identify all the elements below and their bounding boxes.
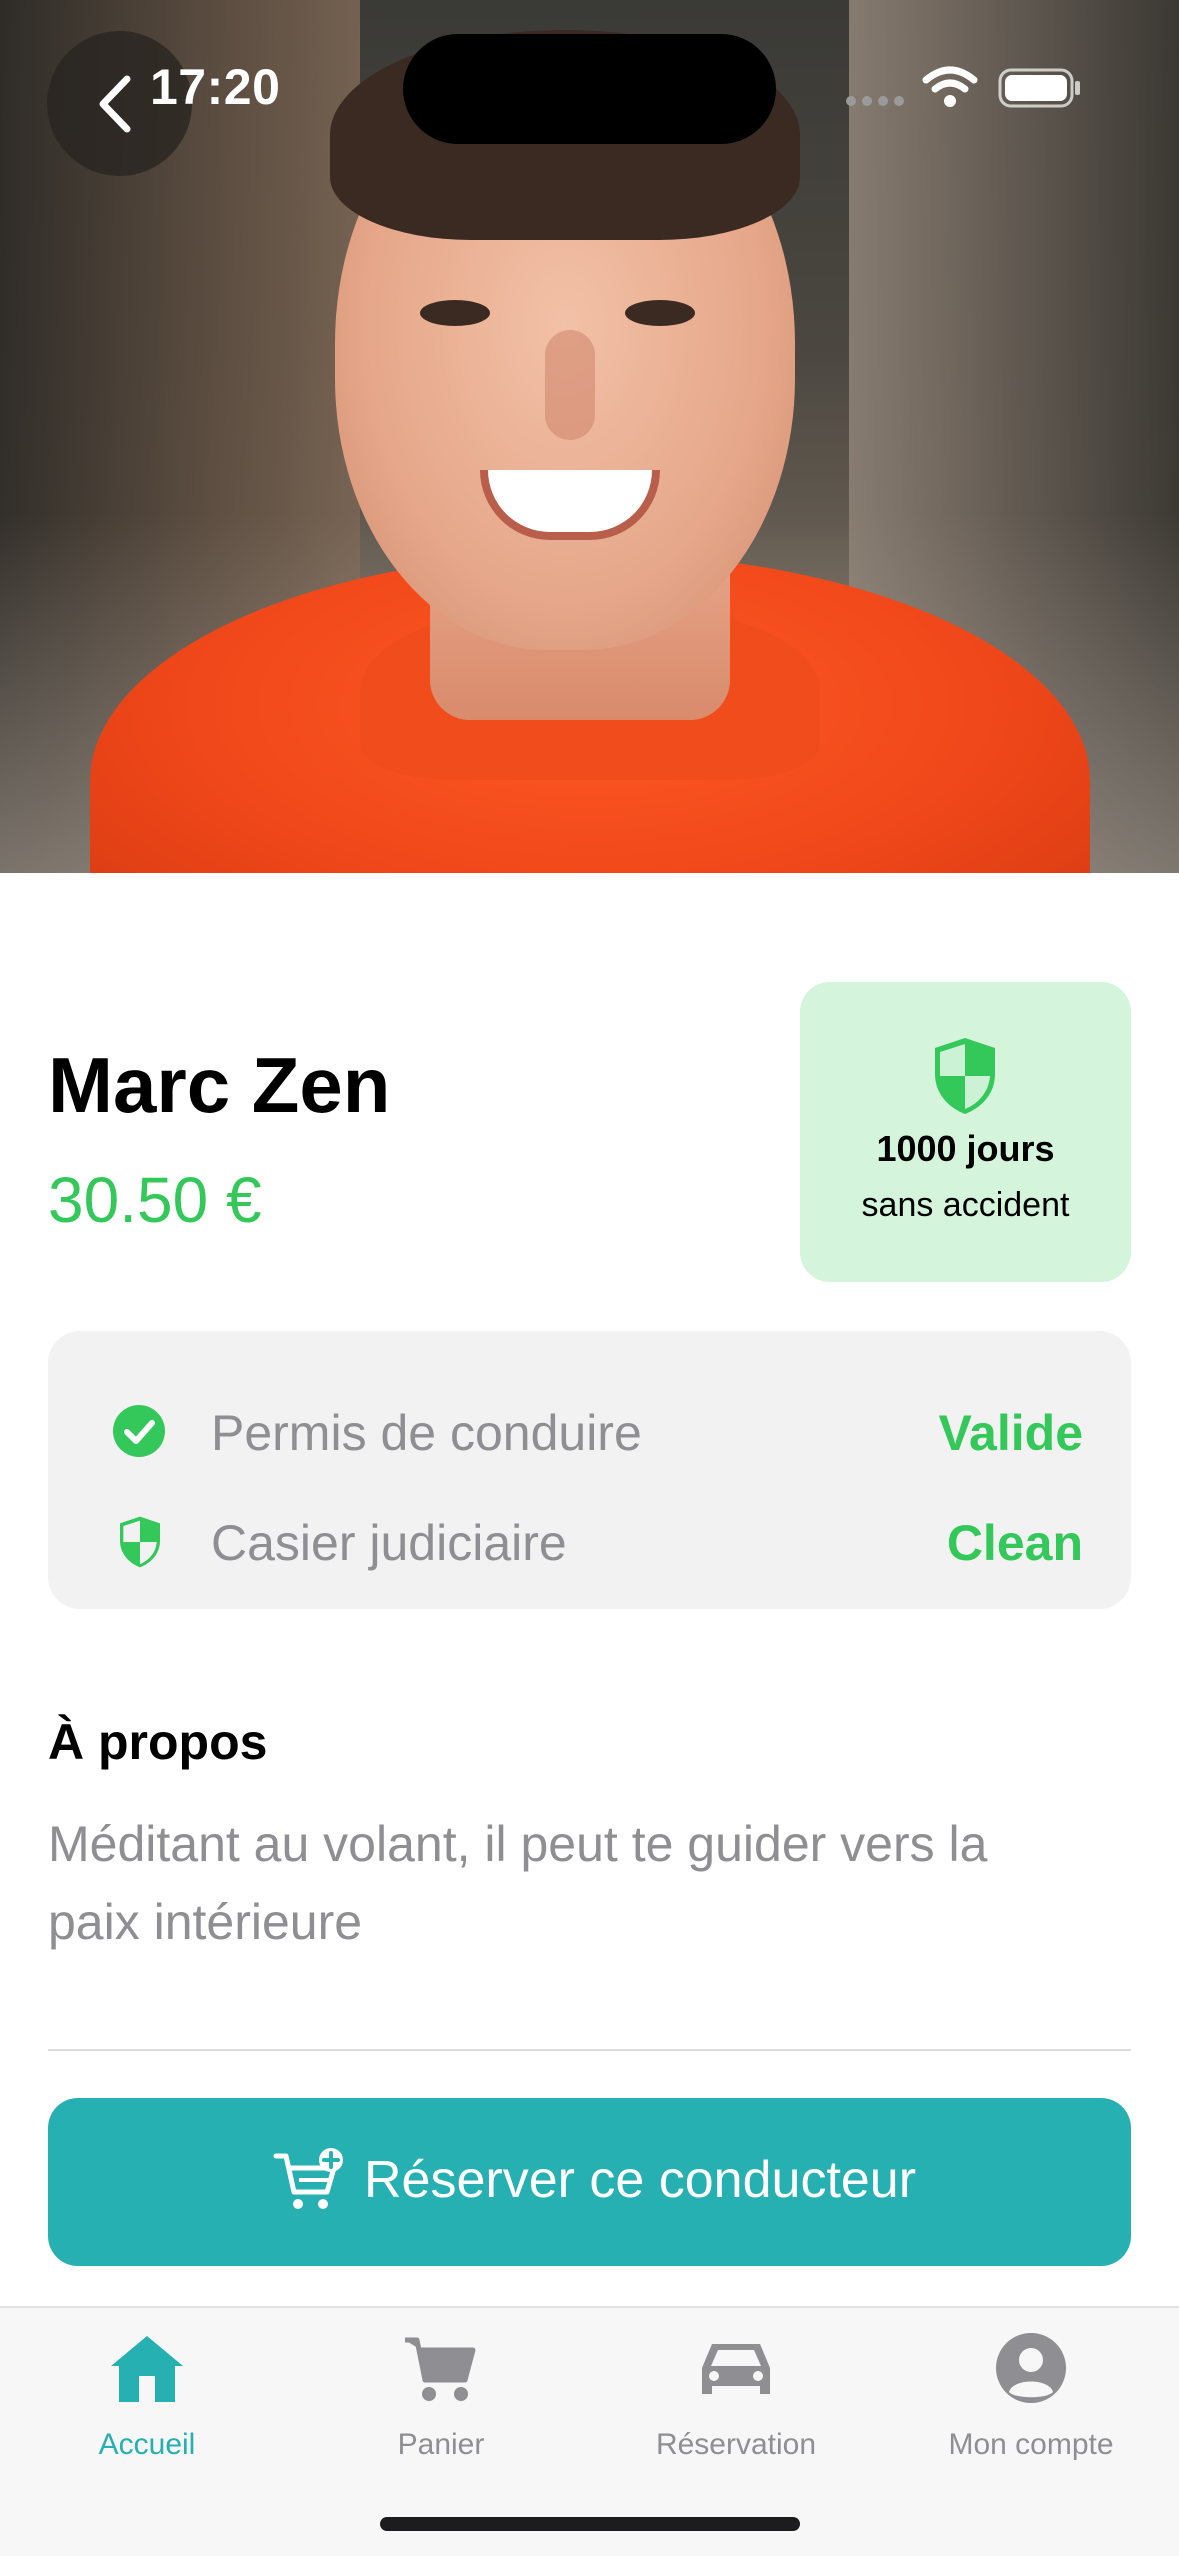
driver-profile-screen: 17:20 Marc Zen 30.50 € 1000 jours sans a… (0, 0, 1179, 2556)
wifi-icon (922, 66, 978, 107)
book-driver-button[interactable]: Réserver ce conducteur (48, 2098, 1131, 2266)
cart-add-icon (273, 2148, 343, 2209)
status-time: 17:20 (150, 59, 281, 115)
home-icon (111, 2336, 183, 2402)
book-driver-label: Réserver ce conducteur (364, 2151, 917, 2209)
check-value: Clean (946, 1515, 1083, 1571)
shield-icon (935, 1038, 995, 1114)
tab-account[interactable]: Mon compte (884, 2308, 1178, 2488)
driver-name: Marc Zen (48, 1041, 391, 1129)
cart-icon (405, 2337, 476, 2401)
cellular-signal-icon (846, 96, 904, 106)
user-icon (996, 2333, 1066, 2403)
tab-home[interactable]: Accueil (0, 2308, 294, 2488)
chevron-left-icon (99, 75, 131, 133)
tab-label: Accueil (98, 2428, 196, 2461)
check-label: Casier judiciaire (211, 1515, 567, 1571)
dynamic-island (403, 34, 776, 144)
about-text: Méditant au volant, il peut te guider ve… (48, 1816, 988, 1950)
checkmark-circle-icon (113, 1405, 165, 1457)
tab-label: Réservation (655, 2428, 817, 2461)
badge-days: 1000 jours (876, 1128, 1055, 1169)
check-row-license: Permis de conduire Valide (48, 1390, 1131, 1470)
tab-reservation[interactable]: Réservation (589, 2308, 883, 2488)
battery-icon (998, 68, 1080, 108)
home-indicator (380, 2517, 800, 2531)
car-icon (702, 2344, 770, 2394)
tab-label: Mon compte (948, 2428, 1114, 2461)
shield-icon (120, 1516, 160, 1568)
tab-cart[interactable]: Panier (294, 2308, 588, 2488)
badge-subtitle: sans accident (861, 1186, 1070, 1224)
check-value: Valide (938, 1405, 1083, 1461)
safety-badge: 1000 jours sans accident (800, 982, 1131, 1282)
about-title: À propos (48, 1714, 268, 1770)
driver-price: 30.50 € (48, 1164, 262, 1236)
check-label: Permis de conduire (211, 1405, 642, 1461)
tab-label: Panier (397, 2428, 485, 2461)
check-row-record: Casier judiciaire Clean (48, 1500, 1131, 1580)
verification-panel: Permis de conduire Valide Casier judicia… (48, 1331, 1131, 1609)
divider (48, 2049, 1131, 2051)
